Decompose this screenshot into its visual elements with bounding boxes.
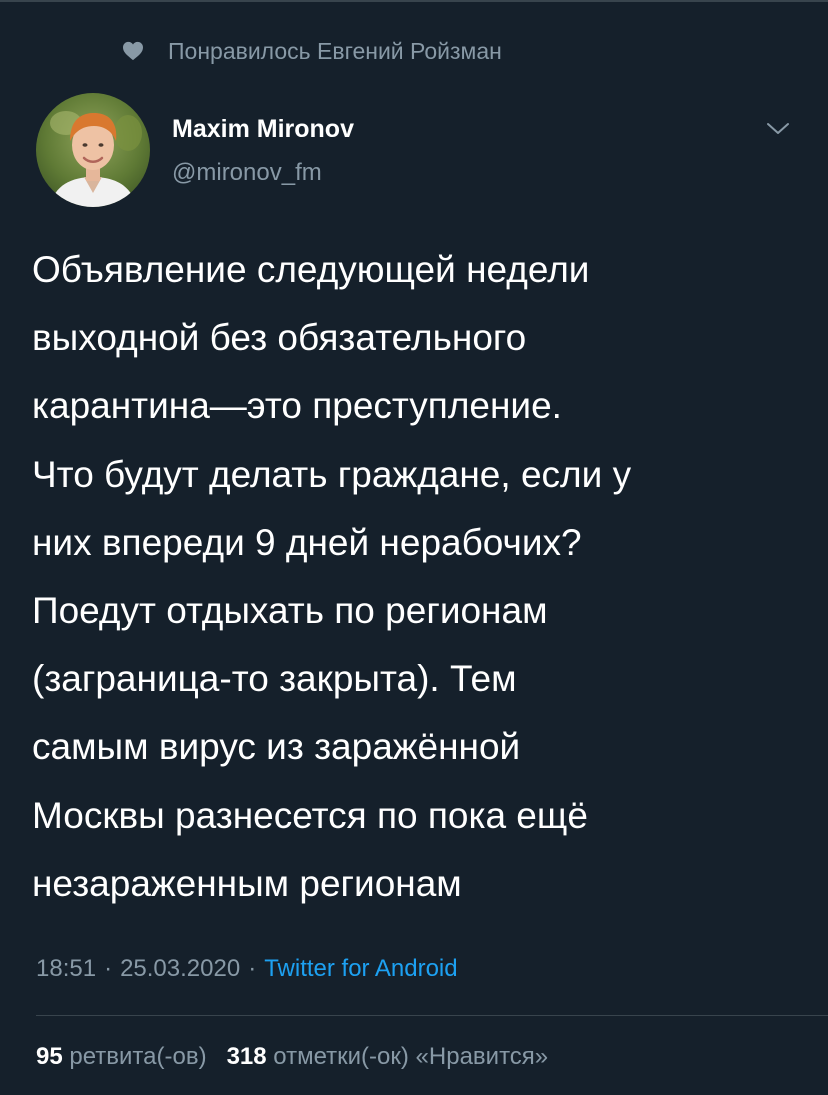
tweet-date[interactable]: 25.03.2020 <box>120 955 240 982</box>
user-name[interactable]: Maxim Mironov <box>172 114 354 144</box>
tweet-meta: 18:51 · 25.03.2020 · Twitter for Android <box>36 952 458 986</box>
retweets-label: ретвита(-ов) <box>69 1043 207 1070</box>
meta-separator: · <box>104 955 113 982</box>
heart-icon <box>123 41 143 61</box>
stats-divider <box>36 1015 828 1016</box>
avatar[interactable] <box>36 93 150 207</box>
tweet-source-link[interactable]: Twitter for Android <box>264 955 457 982</box>
likes-stat[interactable]: 318 отметки(-ок) «Нравится» <box>227 1043 549 1070</box>
likes-count: 318 <box>226 1043 267 1070</box>
meta-separator: · <box>248 955 257 982</box>
chevron-down-icon[interactable] <box>764 114 792 142</box>
tweet-time: 18:51 <box>36 955 97 982</box>
retweets-count: 95 <box>36 1043 63 1070</box>
social-context[interactable]: Понравилось Евгений Ройзман <box>122 34 502 68</box>
user-handle[interactable]: @mironov_fm <box>172 158 322 188</box>
social-context-text: Понравилось Евгений Ройзман <box>168 37 502 64</box>
retweets-stat[interactable]: 95 ретвита(-ов) <box>36 1043 207 1070</box>
tweet-text: Объявление следующей недели выходной без… <box>32 249 632 904</box>
likes-label: отметки(-ок) «Нравится» <box>273 1043 549 1070</box>
top-divider <box>0 0 828 2</box>
tweet-stats: 95 ретвита(-ов) 318 отметки(-ок) «Нравитс… <box>36 1040 548 1074</box>
